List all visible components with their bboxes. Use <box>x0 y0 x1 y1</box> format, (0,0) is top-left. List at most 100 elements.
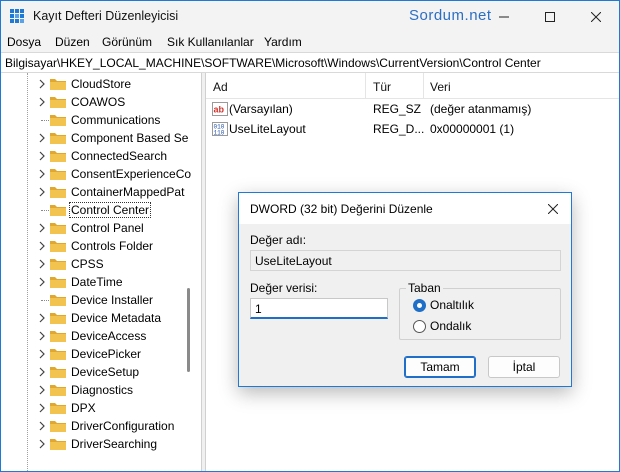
tree-item-label: DPX <box>71 401 96 415</box>
chevron-right-icon[interactable] <box>37 439 47 449</box>
chevron-right-icon[interactable] <box>37 259 47 269</box>
chevron-right-icon[interactable] <box>37 313 47 323</box>
maximize-button[interactable] <box>527 1 573 32</box>
tree-item[interactable]: DeviceAccess <box>1 327 191 345</box>
dialog-title-bar[interactable]: DWORD (32 bit) Değerini Düzenle <box>239 193 571 224</box>
tree-item[interactable]: DeviceSetup <box>1 363 191 381</box>
radio-decimal-label: Ondalık <box>430 319 472 333</box>
chevron-right-icon[interactable] <box>37 79 47 89</box>
column-header-data[interactable]: Veri <box>430 80 451 94</box>
folder-icon <box>50 367 66 378</box>
tree-item-label: CloudStore <box>71 77 132 91</box>
value-data: (değer atanmamış) <box>430 102 532 116</box>
tree-item[interactable]: DriverConfiguration <box>1 417 191 435</box>
tree-item[interactable]: Controls Folder <box>1 237 191 255</box>
folder-icon <box>50 349 66 360</box>
radio-checked-icon[interactable] <box>413 298 426 312</box>
chevron-right-icon[interactable] <box>37 151 47 161</box>
list-item[interactable]: ab (Varsayılan) REG_SZ (değer atanmamış) <box>206 99 619 119</box>
tree-item[interactable]: DriverSearching <box>1 435 191 453</box>
chevron-right-icon[interactable] <box>37 187 47 197</box>
folder-icon <box>50 187 66 198</box>
tree-item-label: DriverConfiguration <box>71 419 175 433</box>
tree-item-label: COAWOS <box>71 95 126 109</box>
chevron-right-icon[interactable] <box>37 169 47 179</box>
tree-item[interactable]: Device Metadata <box>1 309 191 327</box>
tree-item[interactable]: DateTime <box>1 273 191 291</box>
menu-yardim[interactable]: Yardım <box>264 35 302 49</box>
column-header-name[interactable]: Ad <box>213 80 228 94</box>
tree-item[interactable]: Communications <box>1 111 191 129</box>
tree-item[interactable]: DevicePicker <box>1 345 191 363</box>
tree-item-label: DriverSearching <box>71 437 158 451</box>
tree-item[interactable]: Control Center <box>1 201 191 219</box>
folder-icon <box>50 133 66 144</box>
tree-item-label: CPSS <box>71 257 104 271</box>
tree-item[interactable]: ConnectedSearch <box>1 147 191 165</box>
dialog-close-button[interactable] <box>543 199 563 219</box>
tree-item[interactable]: Diagnostics <box>1 381 191 399</box>
menu-sik-kullanilanlar[interactable]: Sık Kullanılanlar <box>167 35 254 49</box>
tree-connector <box>41 120 49 121</box>
tree-item-label: Control Center <box>68 202 152 218</box>
value-data-label: Değer verisi: <box>250 281 318 295</box>
tree-item[interactable]: Device Installer <box>1 291 191 309</box>
chevron-right-icon[interactable] <box>37 331 47 341</box>
folder-icon <box>50 385 66 396</box>
radio-unchecked-icon[interactable] <box>413 319 426 333</box>
folder-icon <box>50 259 66 270</box>
string-value-icon: ab <box>212 102 228 116</box>
column-separator[interactable] <box>423 73 424 99</box>
tree-item[interactable]: COAWOS <box>1 93 191 111</box>
chevron-right-icon[interactable] <box>37 421 47 431</box>
folder-icon <box>50 277 66 288</box>
tree-item[interactable]: CPSS <box>1 255 191 273</box>
value-data-input[interactable]: 1 <box>250 298 388 319</box>
value-name: (Varsayılan) <box>229 102 293 116</box>
menu-gorunum[interactable]: Görünüm <box>102 35 152 49</box>
tree-item[interactable]: Control Panel <box>1 219 191 237</box>
tree-item-label: Communications <box>71 113 161 127</box>
key-tree[interactable]: CloudStore COAWOS Communications Component … <box>1 73 201 471</box>
list-item[interactable]: 010 110 UseLiteLayout REG_D... 0x0000000… <box>206 119 619 139</box>
tree-item[interactable]: Component Based Se <box>1 129 191 147</box>
chevron-right-icon[interactable] <box>37 367 47 377</box>
tree-item[interactable]: ConsentExperienceCo <box>1 165 191 183</box>
cancel-button[interactable]: İptal <box>488 356 560 378</box>
radio-hexadecimal[interactable]: Onaltılık <box>413 297 474 313</box>
folder-icon <box>50 421 66 432</box>
tree-item[interactable]: ContainerMappedPat <box>1 183 191 201</box>
folder-icon <box>50 439 66 450</box>
svg-text:ab: ab <box>214 105 225 115</box>
radio-decimal[interactable]: Ondalık <box>413 318 471 334</box>
folder-icon <box>50 295 66 306</box>
close-button[interactable] <box>573 1 619 32</box>
chevron-right-icon[interactable] <box>37 241 47 251</box>
tree-item-label: DeviceAccess <box>71 329 147 343</box>
tree-connector <box>41 300 49 301</box>
tree-item-label: Control Panel <box>71 221 144 235</box>
chevron-right-icon[interactable] <box>37 277 47 287</box>
menu-duzen[interactable]: Düzen <box>55 35 90 49</box>
chevron-right-icon[interactable] <box>37 349 47 359</box>
value-type: REG_SZ <box>373 102 422 116</box>
tree-item[interactable]: DPX <box>1 399 191 417</box>
chevron-right-icon[interactable] <box>37 403 47 413</box>
menu-dosya[interactable]: Dosya <box>7 35 41 49</box>
title-bar[interactable]: Kayıt Defteri Düzenleyicisi Sordum.net <box>1 1 619 32</box>
regedit-app-icon <box>10 9 24 23</box>
tree-scrollbar-thumb[interactable] <box>187 288 190 372</box>
chevron-right-icon[interactable] <box>37 97 47 107</box>
chevron-right-icon[interactable] <box>37 223 47 233</box>
address-bar[interactable]: Bilgisayar\HKEY_LOCAL_MACHINE\SOFTWARE\M… <box>1 52 619 73</box>
value-data: 0x00000001 (1) <box>430 122 515 136</box>
column-header-type[interactable]: Tür <box>373 80 391 94</box>
chevron-right-icon[interactable] <box>37 385 47 395</box>
tree-item[interactable]: CloudStore <box>1 75 191 93</box>
ok-button[interactable]: Tamam <box>404 356 476 378</box>
tree-item-label: ConsentExperienceCo <box>71 167 192 181</box>
column-separator[interactable] <box>365 73 366 99</box>
chevron-right-icon[interactable] <box>37 133 47 143</box>
minimize-button[interactable] <box>481 1 527 32</box>
folder-icon <box>50 115 66 126</box>
